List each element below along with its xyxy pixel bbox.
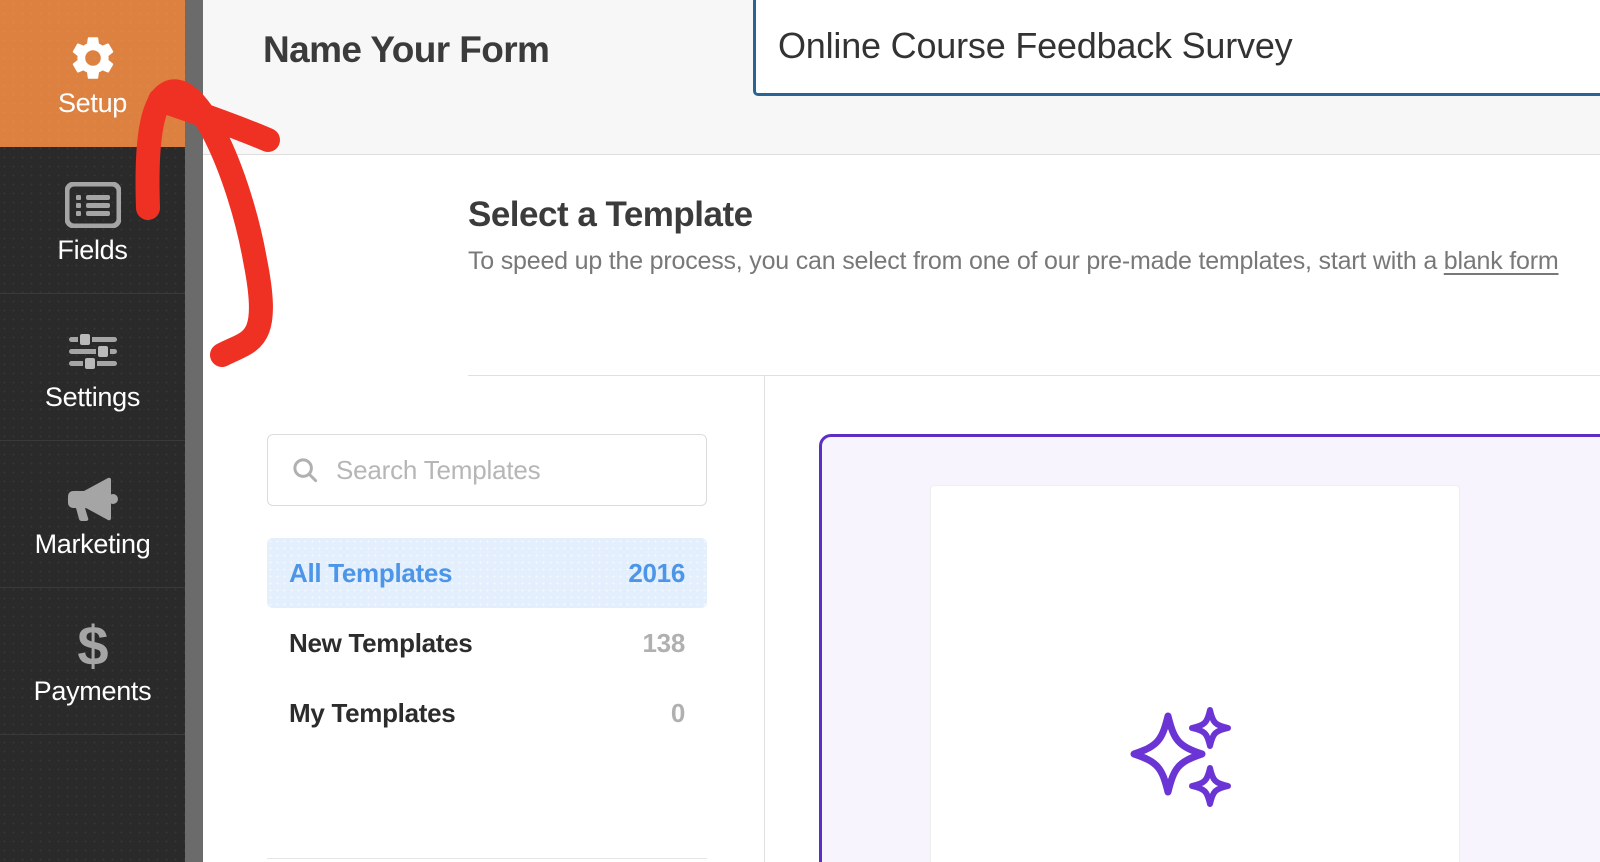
sidebar-item-fields[interactable]: Fields [0,147,185,294]
category-count: 2016 [628,557,685,588]
ai-sparkle-icon [1126,704,1246,814]
category-count: 0 [670,697,685,728]
search-icon [288,453,322,487]
template-category-my[interactable]: My Templates 0 [267,678,707,748]
category-label: All Templates [289,557,453,588]
form-list-icon [64,177,121,233]
ai-template-card-preview [930,485,1460,862]
search-templates-box[interactable] [267,434,707,506]
section-description-text: To speed up the process, you can select … [468,247,1444,275]
template-category-list: All Templates 2016 New Templates 138 My … [267,538,707,748]
category-label: My Templates [289,697,456,728]
gear-icon [67,30,119,86]
section-heading: Select a Template [468,195,753,234]
sidebar-item-payments[interactable]: $ Payments [0,588,185,735]
template-grid [765,376,1600,862]
vertical-scrollbar[interactable] [185,0,203,862]
page-title: Name Your Form [263,29,550,70]
sidebar-item-settings[interactable]: Settings [0,294,185,441]
template-category-all[interactable]: All Templates 2016 [267,538,707,608]
dollar-icon: $ [71,617,115,675]
template-sidebar: All Templates 2016 New Templates 138 My … [203,376,765,862]
form-name-input-wrapper [753,0,1600,96]
megaphone-icon [64,471,122,527]
main-content: Name Your Form Select a Template To spee… [203,0,1600,862]
form-builder-app: Setup Fields Settings Marketing $ Paymen… [0,0,1600,862]
sidebar-item-label: Fields [57,234,128,265]
template-list-bottom-divider [267,858,707,859]
section-description: To speed up the process, you can select … [468,247,1600,276]
sidebar-item-label: Settings [44,381,141,412]
category-count: 138 [642,627,686,658]
sidebar-item-label: Marketing [34,528,151,559]
template-category-new[interactable]: New Templates 138 [267,608,707,678]
sidebar-item-marketing[interactable]: Marketing [0,441,185,588]
blank-form-link[interactable]: blank form [1444,247,1559,275]
sidebar-nav: Setup Fields Settings Marketing $ Paymen… [0,0,185,862]
sidebar-item-label: Setup [57,88,128,118]
form-name-input[interactable] [753,0,1600,96]
category-label: New Templates [289,627,473,658]
form-name-header: Name Your Form [203,0,1600,155]
svg-text:$: $ [77,617,108,675]
sidebar-item-setup[interactable]: Setup [0,0,185,147]
search-input[interactable] [336,454,686,486]
sidebar-filler [0,735,185,862]
sliders-icon [65,324,121,380]
template-browser: All Templates 2016 New Templates 138 My … [203,376,1600,862]
ai-template-card[interactable] [819,434,1600,862]
select-template-section: Select a Template To speed up the proces… [203,155,1600,276]
sidebar-item-label: Payments [33,675,152,706]
